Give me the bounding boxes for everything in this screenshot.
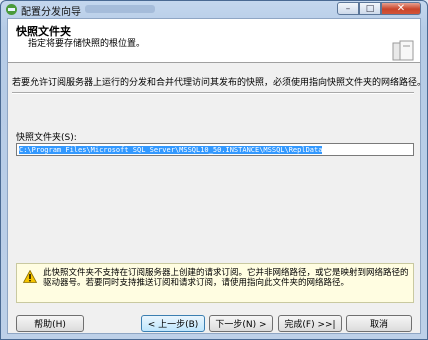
title-bar: 配置分发向导 – □ ✕ <box>1 1 427 19</box>
back-button[interactable]: < 上一步(B) <box>141 315 205 332</box>
help-button[interactable]: 帮助(H) <box>16 315 84 332</box>
finish-button[interactable]: 完成(F) >>| <box>278 315 342 332</box>
wizard-client-area: 快照文件夹 指定将要存储快照的根位置。 若要允许订阅服务器上运行的分发和合并代理… <box>7 18 427 334</box>
caption-buttons: – □ ✕ <box>337 2 421 16</box>
snapshot-folder-input[interactable]: C:\Program Files\Microsoft SQL Server\MS… <box>16 143 414 156</box>
next-button[interactable]: 下一步(N) > <box>209 315 273 332</box>
close-button[interactable]: ✕ <box>381 2 421 15</box>
warning-text: 此快照文件夹不支持在订阅服务器上创建的请求订阅。它并非网络路径，或它是映射到网络… <box>43 268 409 288</box>
button-bar: 帮助(H) < 上一步(B) 下一步(N) > 完成(F) >>| 取消 <box>8 315 420 333</box>
description-text: 若要允许订阅服务器上运行的分发和合并代理访问其发布的快照，必须使用指向快照文件夹… <box>12 78 427 88</box>
wizard-page-icon <box>392 40 414 61</box>
maximize-button[interactable]: □ <box>359 2 381 15</box>
page-subtitle: 指定将要存储快照的根位置。 <box>28 39 146 49</box>
minimize-icon: – <box>345 3 351 14</box>
close-icon: ✕ <box>396 3 406 14</box>
snapshot-folder-value: C:\Program Files\Microsoft SQL Server\MS… <box>19 146 323 154</box>
warning-panel: 此快照文件夹不支持在订阅服务器上创建的请求订阅。它并非网络路径，或它是映射到网络… <box>16 263 414 303</box>
title-redacted <box>85 5 155 13</box>
wizard-window: 配置分发向导 – □ ✕ 快照文件夹 指定将要存储快照的根位置。 若要允许订阅服… <box>0 0 428 340</box>
minimize-button[interactable]: – <box>337 2 359 15</box>
wizard-app-icon <box>6 4 17 15</box>
cancel-button[interactable]: 取消 <box>346 315 412 332</box>
warning-icon <box>23 270 37 283</box>
window-title: 配置分发向导 <box>21 7 81 18</box>
maximize-icon: □ <box>365 3 375 14</box>
separator <box>12 92 414 94</box>
wizard-header: 快照文件夹 指定将要存储快照的根位置。 <box>8 19 420 63</box>
snapshot-folder-label: 快照文件夹(S): <box>16 133 77 143</box>
